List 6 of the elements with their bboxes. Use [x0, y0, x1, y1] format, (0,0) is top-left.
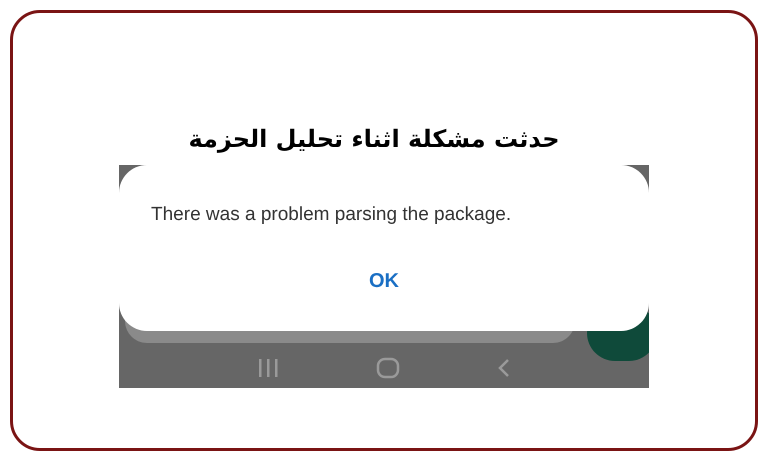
recent-apps-icon[interactable] — [257, 358, 280, 378]
back-icon[interactable] — [496, 358, 511, 378]
home-icon[interactable] — [376, 357, 400, 379]
ok-button[interactable]: OK — [361, 266, 407, 296]
heading: حدثت مشكلة اثناء تحليل الحزمة — [188, 124, 560, 155]
dialog-message: There was a problem parsing the package. — [150, 203, 512, 227]
